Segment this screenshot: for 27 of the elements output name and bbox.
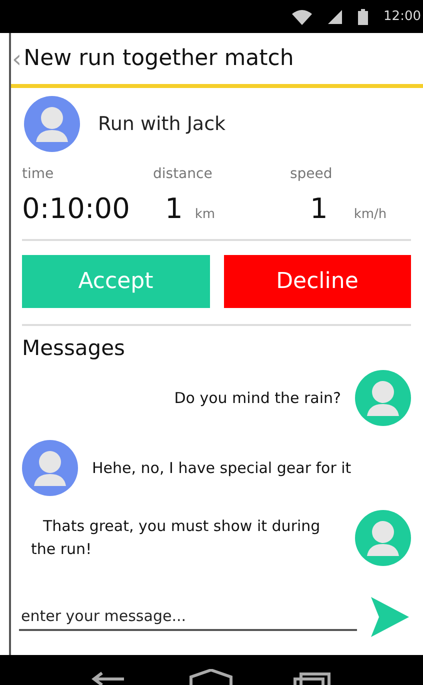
decline-button[interactable]: Decline xyxy=(224,255,411,308)
home-icon[interactable] xyxy=(189,669,234,685)
stat-label: distance xyxy=(153,166,214,184)
section-heading: Messages xyxy=(22,336,126,362)
screen-title: New run together match xyxy=(24,46,294,71)
stat-unit: km/h xyxy=(354,207,387,222)
battery-icon xyxy=(358,8,368,24)
back-button[interactable]: ‹ xyxy=(12,46,22,70)
recent-apps-icon[interactable] xyxy=(293,671,334,685)
stat-label: time xyxy=(22,166,55,184)
avatar-icon xyxy=(355,510,411,566)
message-text: Thats great, you must show it during the run! xyxy=(31,516,322,560)
stat-value: 1 xyxy=(310,192,328,225)
wifi-icon xyxy=(292,8,312,24)
stat-value: 0:10:00 xyxy=(22,192,130,225)
stat-unit: km xyxy=(194,207,216,222)
stat-value: 1 xyxy=(165,192,183,225)
signal-icon xyxy=(328,10,342,24)
avatar-icon xyxy=(24,96,80,152)
stat-label: speed xyxy=(290,166,334,184)
avatar-icon xyxy=(22,440,78,496)
clock: 12:00 xyxy=(384,9,421,24)
avatar-icon xyxy=(355,370,411,426)
accept-button[interactable]: Accept xyxy=(22,255,210,308)
message-text: Hehe, no, I have special gear for it xyxy=(92,458,352,478)
match-name: Run with Jack xyxy=(98,113,226,135)
message-text: Do you mind the rain? xyxy=(174,388,341,408)
